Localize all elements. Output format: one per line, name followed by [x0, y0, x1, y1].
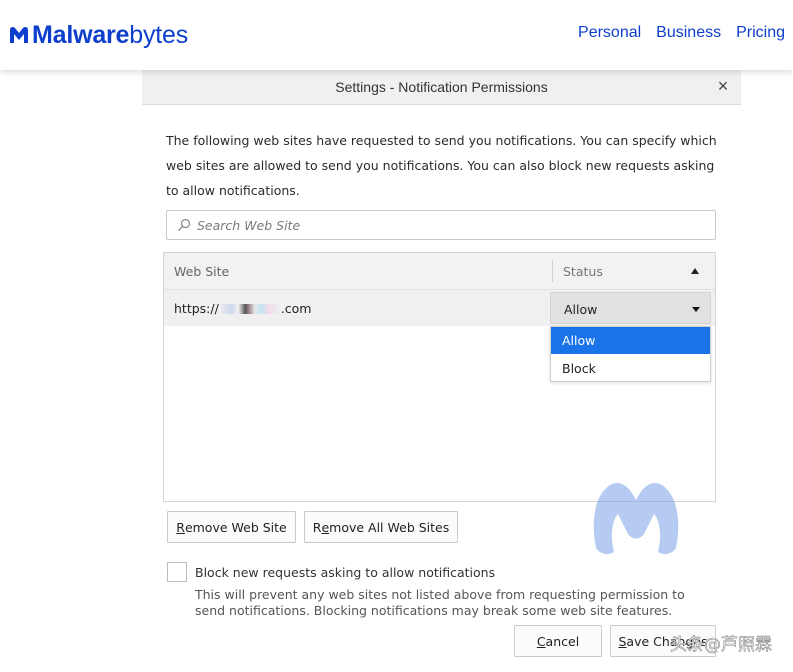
column-divider[interactable] — [552, 260, 553, 282]
status-value: Allow — [564, 302, 598, 317]
dialog-titlebar: Settings - Notification Permissions × — [142, 70, 741, 105]
redacted-domain — [220, 303, 279, 314]
dialog-description: The following web sites have requested t… — [166, 133, 717, 198]
status-dropdown-list: Allow Block — [550, 326, 711, 382]
remove-all-web-sites-button[interactable]: Re move All Web Sites — [304, 511, 458, 543]
top-nav: Personal Business Pricing — [563, 22, 785, 44]
search-icon — [178, 218, 191, 231]
dialog-title: Settings - Notification Permissions — [335, 79, 548, 95]
search-box[interactable] — [166, 210, 716, 240]
malwarebytes-m-icon — [10, 26, 28, 43]
block-requests-checkbox[interactable] — [167, 562, 187, 582]
site-header: Malwarebytes Personal Business Pricing — [0, 0, 793, 70]
malwarebytes-logo[interactable]: Malwarebytes — [7, 20, 188, 50]
remove-web-site-button[interactable]: Remove Web Site — [167, 511, 296, 543]
cancel-button[interactable]: Cancel — [514, 625, 602, 657]
malwarebytes-watermark-icon — [593, 482, 679, 555]
dropdown-option-block[interactable]: Block — [551, 355, 710, 382]
dropdown-option-allow[interactable]: Allow — [551, 327, 710, 354]
block-requests-label[interactable]: Block new requests asking to allow notif… — [195, 565, 495, 580]
close-button[interactable]: × — [713, 76, 733, 96]
watermark-text: 头条@芦照霖 — [670, 635, 773, 656]
notification-permissions-dialog: Settings - Notification Permissions × Th… — [142, 70, 741, 672]
nav-personal[interactable]: Personal — [578, 22, 641, 44]
search-input[interactable] — [197, 217, 697, 233]
nav-pricing[interactable]: Pricing — [736, 22, 785, 44]
column-header-web-site[interactable]: Web Site — [174, 264, 229, 279]
page: Malwarebytes Personal Business Pricing S… — [0, 0, 793, 672]
dropdown-arrow-icon — [692, 307, 700, 312]
nav-business[interactable]: Business — [656, 22, 721, 44]
table-row[interactable]: https://.com Allow — [164, 290, 715, 326]
block-requests-help: This will prevent any web sites not list… — [195, 587, 685, 618]
column-header-status[interactable]: Status — [563, 264, 603, 279]
site-url: https://.com — [174, 301, 312, 316]
table-header: Web Site Status — [164, 253, 715, 290]
logo-text: Malwarebytes — [32, 21, 189, 49]
sort-up-icon[interactable] — [690, 267, 700, 275]
close-icon: × — [717, 76, 729, 96]
status-select[interactable]: Allow — [550, 292, 711, 324]
